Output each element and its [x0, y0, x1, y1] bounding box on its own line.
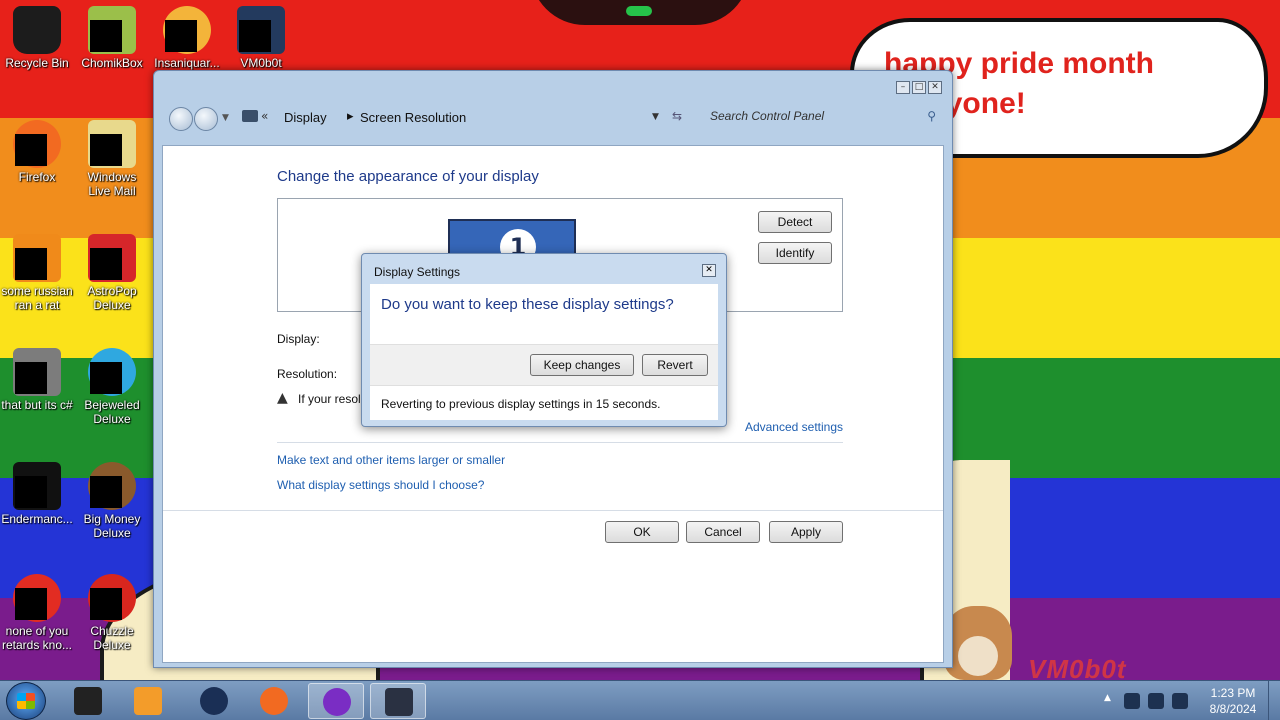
desktop-icon-firefox[interactable]: Firefox — [0, 120, 74, 184]
control-panel-icon — [242, 110, 258, 122]
desktop-icon-bejeweled[interactable]: Bejeweled Deluxe — [75, 348, 149, 426]
firefox-icon — [13, 120, 61, 168]
windows-logo-icon — [17, 693, 35, 709]
maximize-icon[interactable]: □ — [912, 81, 926, 94]
cancel-button[interactable]: Cancel — [686, 521, 760, 543]
breadcrumb-display[interactable]: Display — [284, 110, 327, 125]
desktop-icon-none-of-you[interactable]: none of you retards kno... — [0, 574, 74, 652]
ok-button[interactable]: OK — [605, 521, 679, 543]
desktop-icon-csharp[interactable]: that but its c# — [0, 348, 74, 412]
search-icon[interactable]: ⚲ — [927, 109, 936, 123]
hamster-image — [944, 606, 1012, 680]
taskbar-firefox[interactable] — [246, 683, 302, 719]
big-money-icon — [88, 462, 136, 510]
tray-app-icon[interactable] — [1124, 693, 1140, 709]
dialog-body: Do you want to keep these display settin… — [370, 284, 718, 420]
clock[interactable]: 1:23 PM 8/8/2024 — [1200, 685, 1266, 717]
revert-countdown-text: Reverting to previous display settings i… — [381, 397, 661, 411]
resolution-label: Resolution: — [277, 367, 338, 381]
desktop-icon-chuzzle[interactable]: Chuzzle Deluxe — [75, 574, 149, 652]
desktop-icon-endermanch[interactable]: Endermanc... — [0, 462, 74, 526]
desktop-icon-russian-rat[interactable]: some russian ran a rat — [0, 234, 74, 312]
firefox-icon — [260, 687, 288, 715]
none-of-you-icon — [13, 574, 61, 622]
text-size-link[interactable]: Make text and other items larger or smal… — [277, 453, 505, 467]
taskbar-vm[interactable] — [60, 683, 116, 719]
close-icon[interactable]: ✕ — [928, 81, 942, 94]
media-player-icon — [134, 687, 162, 715]
chuzzle-icon — [88, 574, 136, 622]
search-box[interactable]: Search Control Panel ⚲ — [702, 105, 942, 129]
window-controls: – □ ✕ — [896, 81, 942, 94]
clock-time: 1:23 PM — [1210, 686, 1256, 700]
show-hidden-icons-icon[interactable]: ▲ — [1104, 693, 1111, 703]
taskbar: ▲ 1:23 PM 8/8/2024 — [0, 680, 1280, 720]
desktop-icon-big-money[interactable]: Big Money Deluxe — [75, 462, 149, 540]
vm-icon — [74, 687, 102, 715]
dialog-title: Display Settings — [374, 265, 461, 279]
insaniquarium-icon — [163, 6, 211, 54]
divider — [163, 510, 943, 511]
network-icon[interactable] — [1148, 693, 1164, 709]
advanced-settings-link[interactable]: Advanced settings — [745, 420, 843, 434]
clock-date: 8/8/2024 — [1209, 702, 1257, 716]
desktop-icon-recycle-bin[interactable]: Recycle Bin — [0, 6, 74, 70]
display-settings-dialog: Display Settings ✕ Do you want to keep t… — [361, 253, 727, 427]
breadcrumb-screen-resolution[interactable]: Screen Resolution — [360, 110, 466, 125]
system-tray: ▲ 1:23 PM 8/8/2024 — [1096, 681, 1280, 720]
russian-rat-icon — [13, 234, 61, 282]
warning-icon: ▲ — [277, 390, 288, 406]
breadcrumb-overflow-icon[interactable]: « — [261, 109, 268, 123]
back-button[interactable] — [169, 107, 193, 131]
start-button[interactable] — [6, 682, 46, 720]
show-desktop-button[interactable] — [1268, 681, 1280, 720]
address-dropdown-icon[interactable]: ▼ — [652, 112, 659, 122]
desktop-icon-insaniquarium[interactable]: Insaniquar... — [150, 6, 224, 70]
taskbar-globe[interactable] — [186, 683, 242, 719]
keep-changes-button[interactable]: Keep changes — [530, 354, 634, 376]
bejeweled-icon — [88, 348, 136, 396]
display-label: Display: — [277, 332, 320, 346]
taskbar-display-settings[interactable] — [370, 683, 426, 719]
taskbar-media-player[interactable] — [120, 683, 176, 719]
desktop-icon-vm0b0t[interactable]: VM0b0t — [224, 6, 298, 70]
recycle-bin-icon — [13, 6, 61, 54]
desktop-icon-windows-live-mail[interactable]: Windows Live Mail — [75, 120, 149, 198]
chomikbox-icon — [88, 6, 136, 54]
breadcrumb-separator-icon[interactable]: ▸ — [347, 109, 354, 124]
windows-live-mail-icon — [88, 120, 136, 168]
refresh-icon[interactable]: ⇆ — [672, 109, 682, 123]
dialog-button-row: Keep changes Revert — [370, 344, 718, 386]
divider — [277, 442, 843, 443]
revert-button[interactable]: Revert — [642, 354, 708, 376]
dialog-close-icon[interactable]: ✕ — [702, 264, 716, 277]
warning-text: If your resol — [298, 392, 361, 406]
desktop-icon-astropop[interactable]: AstroPop Deluxe — [75, 234, 149, 312]
display-help-link[interactable]: What display settings should I choose? — [277, 478, 484, 492]
apply-button[interactable]: Apply — [769, 521, 843, 543]
page-title: Change the appearance of your display — [277, 168, 539, 185]
forward-button[interactable] — [194, 107, 218, 131]
desktop-icon-chomikbox[interactable]: ChomikBox — [75, 6, 149, 70]
purple-app-icon — [323, 688, 351, 716]
address-bar: ▼ « Display ▸ Screen Resolution ▼ ⇆ Sear… — [164, 101, 944, 135]
display-icon — [385, 688, 413, 716]
csharp-icon — [13, 348, 61, 396]
endermanch-icon — [13, 462, 61, 510]
detect-button[interactable]: Detect — [758, 211, 832, 233]
search-input[interactable]: Search Control Panel — [710, 109, 824, 123]
taskbar-purple-app[interactable] — [308, 683, 364, 719]
identify-button[interactable]: Identify — [758, 242, 832, 264]
minimize-icon[interactable]: – — [896, 81, 910, 94]
volume-icon[interactable] — [1172, 693, 1188, 709]
globe-icon — [200, 687, 228, 715]
dialog-question: Do you want to keep these display settin… — [381, 296, 674, 313]
vm0b0t-icon — [237, 6, 285, 54]
astropop-icon — [88, 234, 136, 282]
recent-pages-dropdown-icon[interactable]: ▼ — [222, 113, 229, 123]
